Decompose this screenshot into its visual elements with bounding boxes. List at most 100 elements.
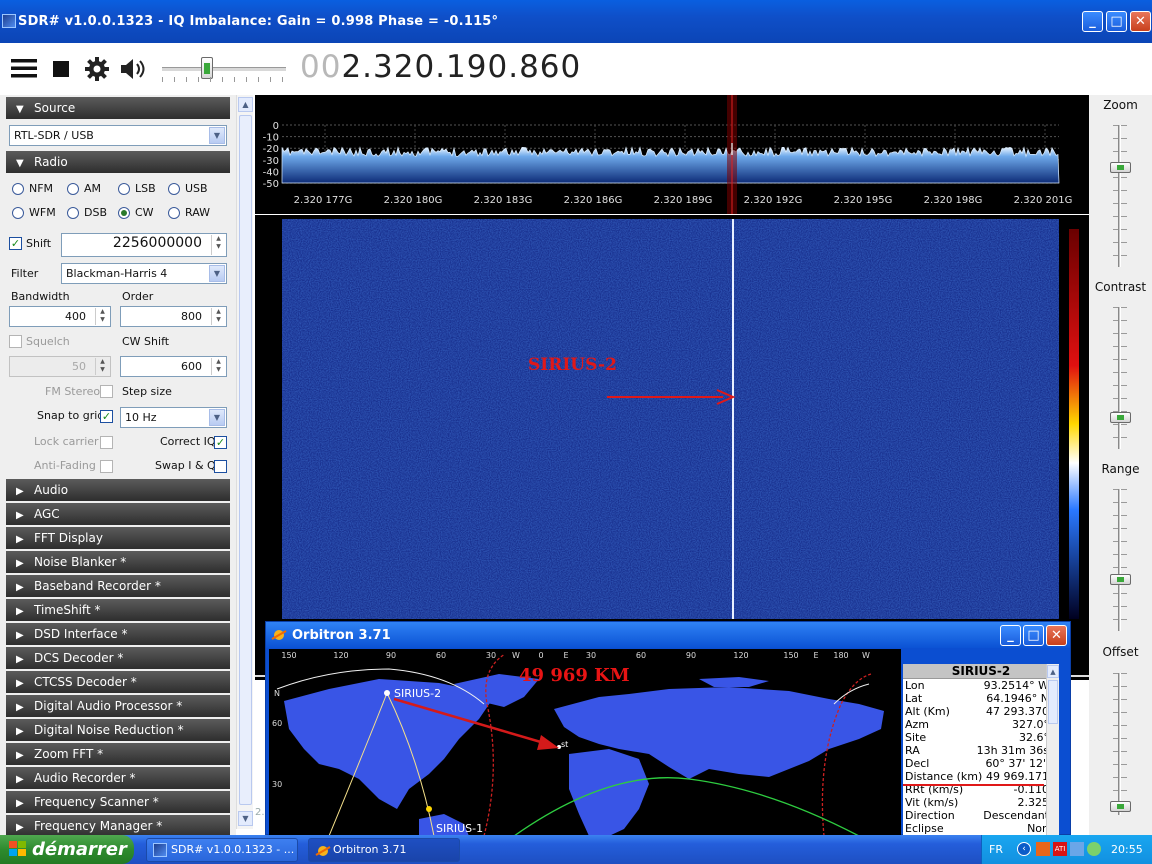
- mode-radio-lsb[interactable]: [118, 183, 130, 195]
- plugin-header-1[interactable]: ▶ AGC: [6, 503, 230, 525]
- orbitron-titlebar[interactable]: Orbitron 3.71 _ □ ✕: [266, 622, 1070, 648]
- plugin-header-4[interactable]: ▶ Baseband Recorder *: [6, 575, 230, 597]
- mode-radio-dsb[interactable]: [67, 207, 79, 219]
- squelch-input[interactable]: 50 ▲ ▼: [9, 356, 111, 377]
- mode-radio-am[interactable]: [67, 183, 79, 195]
- world-map[interactable]: 150 120 90 60 30 W 0 E 30 60 90 120 150 E 180 W N 60 30…: [269, 649, 901, 836]
- order-input[interactable]: 800 ▲ ▼: [120, 306, 227, 327]
- shift-input[interactable]: 2256000000 ▲ ▼: [61, 233, 227, 257]
- plugin-header-7[interactable]: ▶ DCS Decoder *: [6, 647, 230, 669]
- chevron-left-icon[interactable]: ‹: [1017, 842, 1031, 856]
- plugin-header-3[interactable]: ▶ Noise Blanker *: [6, 551, 230, 573]
- network-icon[interactable]: [1070, 842, 1084, 856]
- plugin-label: Zoom FFT *: [34, 747, 104, 761]
- plugin-header-14[interactable]: ▶ Frequency Manager *: [6, 815, 230, 835]
- spin-updown-icon[interactable]: ▲ ▼: [95, 308, 109, 325]
- antifading-checkbox[interactable]: [100, 460, 113, 473]
- shift-checkbox[interactable]: ✓: [9, 237, 22, 250]
- info-scrollbar[interactable]: ▲: [1046, 664, 1059, 836]
- scrollbar-thumb[interactable]: [239, 115, 252, 805]
- fmstereo-checkbox[interactable]: [100, 385, 113, 398]
- mode-radio-usb[interactable]: [168, 183, 180, 195]
- plugin-header-13[interactable]: ▶ Frequency Scanner *: [6, 791, 230, 813]
- gear-icon[interactable]: [84, 56, 110, 82]
- speaker-icon[interactable]: [118, 56, 148, 82]
- zoom-slider-track[interactable]: [1118, 125, 1121, 267]
- start-button[interactable]: démarrer: [0, 835, 134, 864]
- plugin-header-0[interactable]: ▶ Audio: [6, 479, 230, 501]
- spin-updown-icon[interactable]: ▲ ▼: [211, 235, 225, 255]
- taskbar-item-orbitron[interactable]: Orbitron 3.71: [308, 838, 460, 862]
- offset-slider-track[interactable]: [1118, 673, 1121, 815]
- orbitron-window[interactable]: Orbitron 3.71 _ □ ✕ 150 120 90 60 30 W 0…: [265, 621, 1071, 836]
- plugin-header-6[interactable]: ▶ DSD Interface *: [6, 623, 230, 645]
- scrollbar-thumb[interactable]: [1048, 680, 1058, 724]
- tray-app-icon[interactable]: [1036, 842, 1050, 856]
- plugin-header-8[interactable]: ▶ CTCSS Decoder *: [6, 671, 230, 693]
- lockcarrier-checkbox[interactable]: [100, 436, 113, 449]
- range-slider-thumb[interactable]: [1110, 574, 1131, 586]
- plugin-header-2[interactable]: ▶ FFT Display: [6, 527, 230, 549]
- snap-checkbox[interactable]: ✓: [100, 410, 113, 423]
- plugin-header-9[interactable]: ▶ Digital Audio Processor *: [6, 695, 230, 717]
- fmstereo-label: FM Stereo: [45, 385, 101, 398]
- control-panel-scrollbar[interactable]: ▲ ▼: [236, 95, 253, 829]
- sirius2-marker[interactable]: [384, 690, 390, 696]
- spin-updown-icon[interactable]: ▲ ▼: [211, 358, 225, 375]
- stop-icon[interactable]: [51, 56, 71, 82]
- mode-radio-nfm[interactable]: [12, 183, 24, 195]
- language-indicator[interactable]: FR: [989, 843, 1003, 856]
- scroll-up-icon[interactable]: ▲: [238, 97, 253, 112]
- expand-arrow-icon: ▶: [16, 486, 24, 497]
- hamburger-menu-icon[interactable]: [10, 56, 38, 82]
- waterfall-display[interactable]: SIRIUS-2 2.3: [255, 215, 1089, 818]
- swapiq-checkbox[interactable]: [214, 460, 227, 473]
- cwshift-input[interactable]: 600 ▲ ▼: [120, 356, 227, 377]
- sirius1-marker[interactable]: [426, 806, 432, 812]
- range-slider-track[interactable]: [1118, 489, 1121, 631]
- longitude-tick: 60: [435, 651, 447, 660]
- mode-radio-cw[interactable]: [118, 207, 130, 219]
- zoom-slider-thumb[interactable]: [1110, 161, 1131, 173]
- longitude-tick: 90: [685, 651, 697, 660]
- messenger-icon[interactable]: [1087, 842, 1101, 856]
- correctiq-checkbox[interactable]: ✓: [214, 436, 227, 449]
- scroll-down-icon[interactable]: ▼: [238, 811, 253, 826]
- orbitron-minimize-button[interactable]: _: [1000, 625, 1021, 646]
- waterfall-color-scale: [1069, 229, 1079, 619]
- contrast-slider-track[interactable]: [1118, 307, 1121, 449]
- plugin-header-5[interactable]: ▶ TimeShift *: [6, 599, 230, 621]
- mode-radio-raw[interactable]: [168, 207, 180, 219]
- close-button[interactable]: ✕: [1130, 11, 1151, 32]
- longitude-tick: 150: [783, 651, 799, 660]
- ati-icon[interactable]: ATI: [1053, 842, 1067, 856]
- filter-select[interactable]: Blackman-Harris 4 ▼: [61, 263, 227, 284]
- source-device-select[interactable]: RTL-SDR / USB ▼: [9, 125, 227, 146]
- longitude-tick: 30: [485, 651, 497, 660]
- source-panel-header[interactable]: ▼ Source: [6, 97, 230, 119]
- volume-slider-thumb[interactable]: [201, 57, 214, 79]
- scroll-up-icon[interactable]: ▲: [1047, 665, 1059, 678]
- squelch-checkbox[interactable]: [9, 335, 22, 348]
- orbitron-maximize-button[interactable]: □: [1023, 625, 1044, 646]
- taskbar-item-sdrsharp[interactable]: SDR# v1.0.0.1323 - ...: [146, 838, 298, 862]
- orbitron-close-button[interactable]: ✕: [1046, 625, 1067, 646]
- radio-panel-header[interactable]: ▼ Radio: [6, 151, 230, 173]
- stepsize-select[interactable]: 10 Hz ▼: [120, 407, 227, 428]
- minimize-button[interactable]: _: [1082, 11, 1103, 32]
- volume-slider-track[interactable]: [162, 67, 286, 71]
- spectrum-analyzer[interactable]: 0 -10 -20 -30 -40 -50 2.320 177G 2.320 180G 2.32…: [255, 95, 1089, 214]
- spin-updown-icon[interactable]: ▲ ▼: [95, 358, 109, 375]
- offset-slider-thumb[interactable]: [1110, 801, 1131, 813]
- bandwidth-input[interactable]: 400 ▲ ▼: [9, 306, 111, 327]
- maximize-button[interactable]: □: [1106, 11, 1127, 32]
- frequency-display[interactable]: 002.320.190.860: [300, 49, 581, 85]
- plugin-header-11[interactable]: ▶ Zoom FFT *: [6, 743, 230, 765]
- contrast-slider-thumb[interactable]: [1110, 411, 1131, 423]
- spin-updown-icon[interactable]: ▲ ▼: [211, 308, 225, 325]
- window-titlebar[interactable]: SDR# v1.0.0.1323 - IQ Imbalance: Gain = …: [0, 0, 1152, 43]
- mode-radio-wfm[interactable]: [12, 207, 24, 219]
- plugin-header-12[interactable]: ▶ Audio Recorder *: [6, 767, 230, 789]
- expand-arrow-icon: ▶: [16, 630, 24, 641]
- plugin-header-10[interactable]: ▶ Digital Noise Reduction *: [6, 719, 230, 741]
